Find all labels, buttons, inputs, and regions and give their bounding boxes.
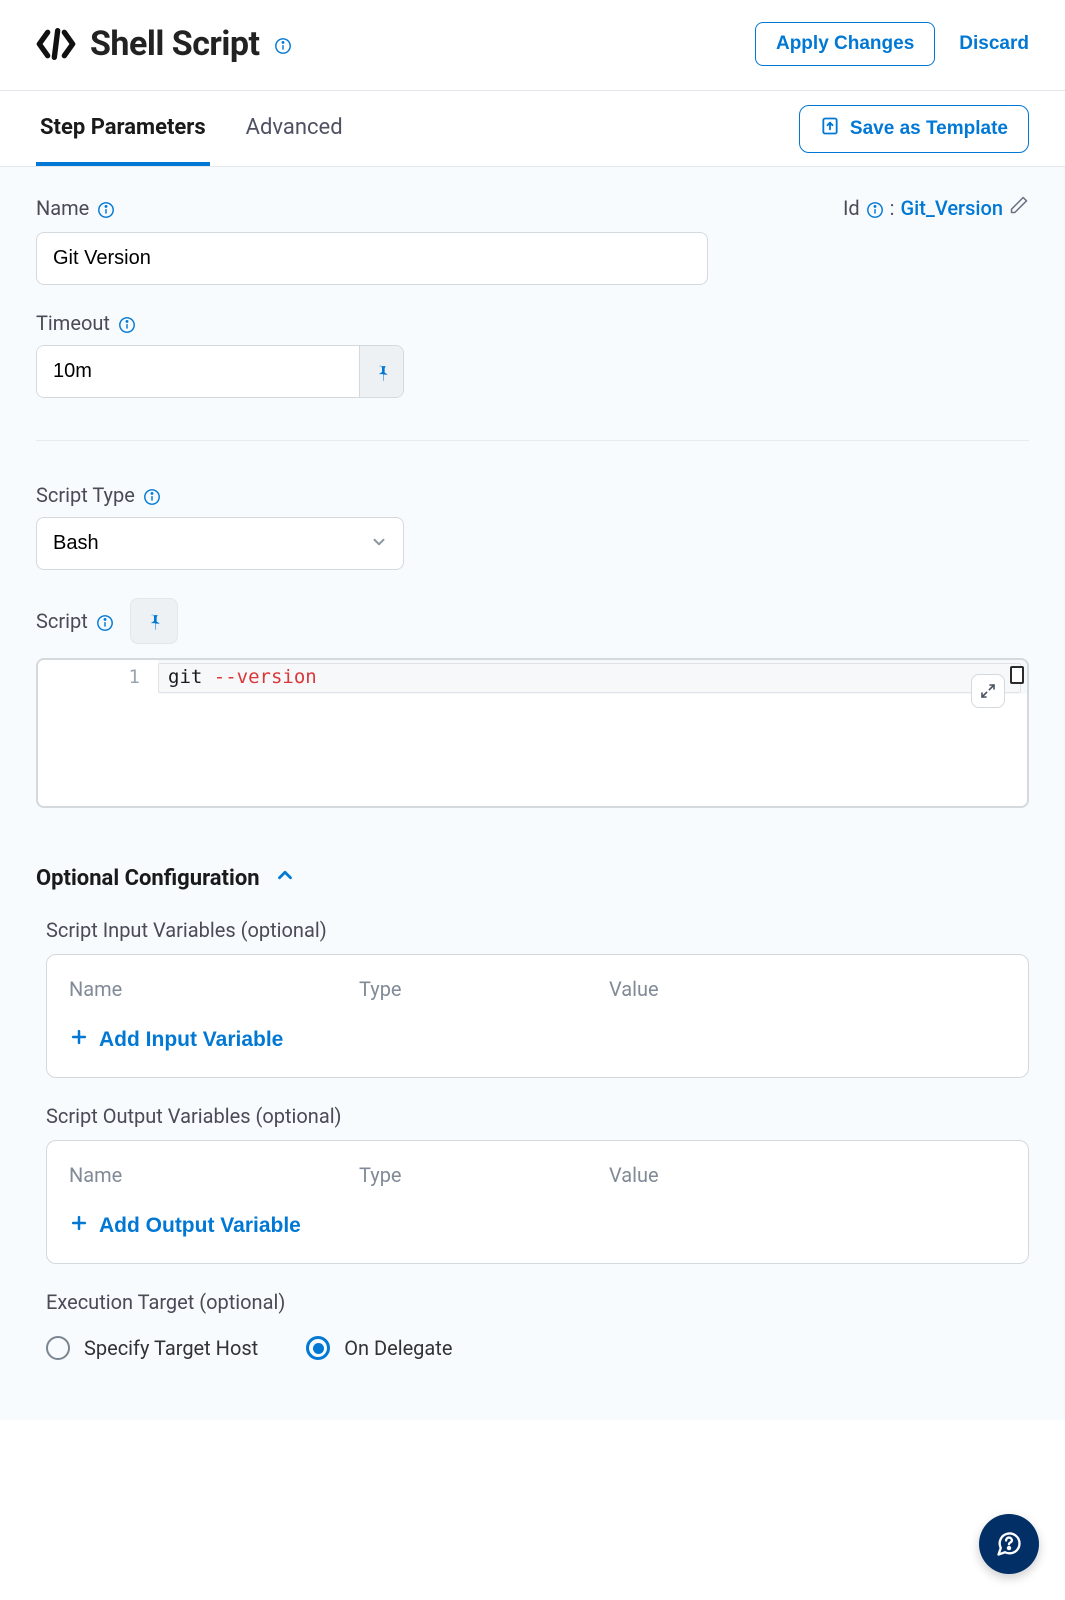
info-icon[interactable] — [96, 614, 114, 632]
script-type-select[interactable] — [36, 517, 404, 570]
info-icon[interactable] — [866, 201, 884, 219]
help-chat-button[interactable] — [979, 1514, 1039, 1574]
col-type: Type — [359, 1163, 479, 1187]
info-icon[interactable] — [274, 37, 292, 55]
chevron-up-icon — [274, 864, 296, 892]
tab-advanced[interactable]: Advanced — [242, 91, 347, 166]
output-vars-box: Name Type Value Add Output Variable — [46, 1140, 1029, 1264]
script-label: Script — [36, 609, 88, 633]
add-output-label: Add Output Variable — [99, 1214, 301, 1238]
plus-icon — [69, 1027, 89, 1053]
apply-changes-button[interactable]: Apply Changes — [755, 22, 935, 66]
timeout-label: Timeout — [36, 311, 110, 335]
script-editor[interactable]: 1 git --version — [36, 658, 1029, 808]
timeout-input[interactable] — [37, 346, 359, 397]
add-input-variable-button[interactable]: Add Input Variable — [69, 1027, 283, 1053]
upload-icon — [820, 116, 840, 142]
pin-button[interactable] — [359, 346, 403, 397]
optional-config-title: Optional Configuration — [36, 866, 260, 891]
expand-editor-button[interactable] — [971, 674, 1005, 708]
id-label: Id — [843, 196, 860, 220]
radio-specify-label: Specify Target Host — [84, 1336, 258, 1360]
plus-icon — [69, 1213, 89, 1239]
save-as-template-label: Save as Template — [850, 118, 1008, 140]
tabbar: Step Parameters Advanced Save as Templat… — [0, 91, 1065, 167]
add-output-variable-button[interactable]: Add Output Variable — [69, 1213, 301, 1239]
radio-on-delegate[interactable]: On Delegate — [306, 1336, 452, 1360]
script-type-label: Script Type — [36, 483, 135, 507]
info-icon[interactable] — [143, 488, 161, 506]
code-cmd: git — [168, 666, 202, 688]
output-vars-label: Script Output Variables (optional) — [46, 1104, 1029, 1128]
exec-target-label: Execution Target (optional) — [46, 1290, 1029, 1314]
optional-config-toggle[interactable]: Optional Configuration — [36, 864, 1029, 892]
input-vars-box: Name Type Value Add Input Variable — [46, 954, 1029, 1078]
page-title: Shell Script — [90, 24, 260, 64]
editor-scroll-mark — [1010, 666, 1024, 684]
col-name: Name — [69, 1163, 229, 1187]
radio-specify-target-host[interactable]: Specify Target Host — [46, 1336, 258, 1360]
col-name: Name — [69, 977, 229, 1001]
add-input-label: Add Input Variable — [99, 1028, 283, 1052]
radio-delegate-label: On Delegate — [344, 1336, 452, 1360]
script-pin-button[interactable] — [130, 598, 178, 644]
input-vars-label: Script Input Variables (optional) — [46, 918, 1029, 942]
info-icon[interactable] — [97, 201, 115, 219]
id-value: Git_Version — [901, 196, 1003, 220]
info-icon[interactable] — [118, 316, 136, 334]
name-label: Name — [36, 196, 89, 220]
code-arg: --version — [214, 666, 317, 688]
col-value: Value — [609, 977, 749, 1001]
discard-button[interactable]: Discard — [959, 33, 1029, 55]
header: Shell Script Apply Changes Discard — [0, 0, 1065, 91]
code-icon — [36, 26, 76, 62]
code-line[interactable]: git --version — [158, 660, 1027, 694]
save-as-template-button[interactable]: Save as Template — [799, 105, 1029, 153]
name-input[interactable] — [36, 232, 708, 285]
col-type: Type — [359, 977, 479, 1001]
tab-step-parameters[interactable]: Step Parameters — [36, 91, 210, 166]
radio-icon — [46, 1336, 70, 1360]
radio-icon — [306, 1336, 330, 1360]
form-panel: Name Id : Git_Version — [0, 167, 1065, 1420]
col-value: Value — [609, 1163, 749, 1187]
line-number: 1 — [38, 660, 158, 694]
edit-id-icon[interactable] — [1009, 195, 1029, 220]
